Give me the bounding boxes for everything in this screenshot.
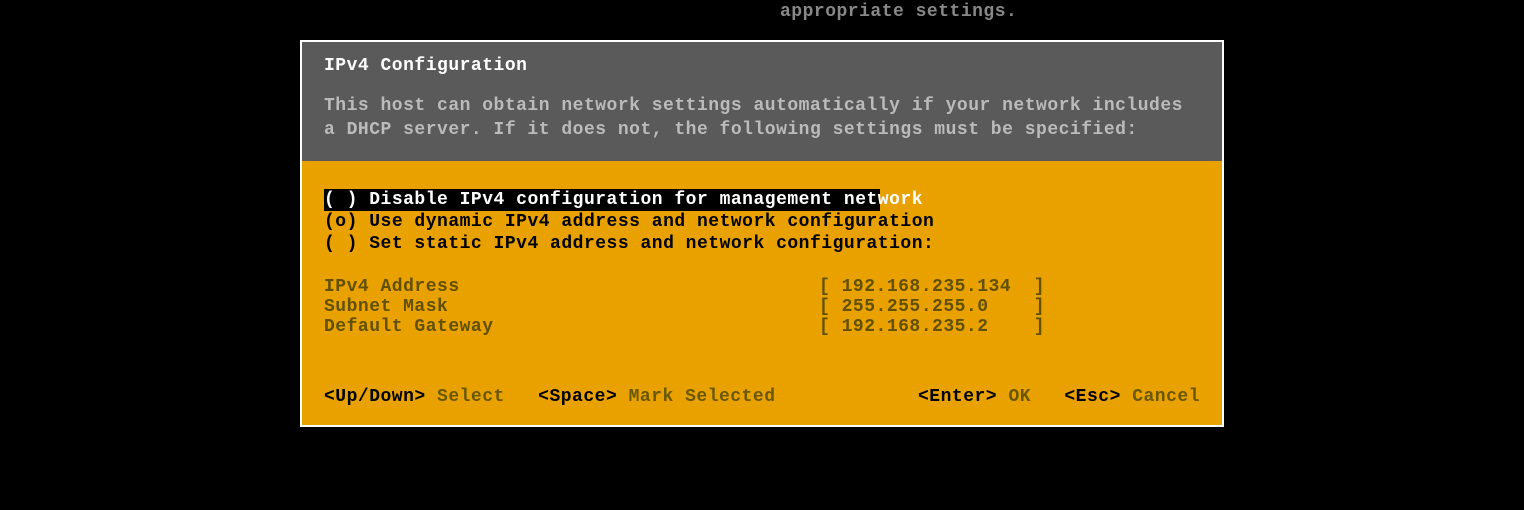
dialog-footer: <Up/Down> Select <Space> Mark Selected <… (324, 387, 1200, 407)
field-value: [ 192.168.235.2 ] (819, 317, 1045, 337)
field-label: IPv4 Address (324, 277, 819, 297)
field-label: Default Gateway (324, 317, 819, 337)
option-list: ( ) Disable IPv4 configuration for manag… (324, 189, 1200, 255)
field-list: IPv4 Address [ 192.168.235.134 ] Subnet … (324, 277, 1200, 337)
dialog-title: IPv4 Configuration (324, 56, 1200, 76)
option-static-ipv4[interactable]: ( ) Set static IPv4 address and network … (324, 233, 1200, 255)
field-subnet-mask[interactable]: Subnet Mask [ 255.255.255.0 ] (324, 297, 1200, 317)
hint-enter[interactable]: <Enter> OK (918, 387, 1031, 407)
field-default-gateway[interactable]: Default Gateway [ 192.168.235.2 ] (324, 317, 1200, 337)
option-dynamic-ipv4[interactable]: (o) Use dynamic IPv4 address and network… (324, 211, 1200, 233)
dialog-description: This host can obtain network settings au… (324, 94, 1200, 143)
field-label: Subnet Mask (324, 297, 819, 317)
hint-esc[interactable]: <Esc> Cancel (1064, 387, 1200, 407)
field-value: [ 255.255.255.0 ] (819, 297, 1045, 317)
ipv4-configuration-dialog: IPv4 Configuration This host can obtain … (300, 40, 1224, 427)
option-disable-ipv4[interactable]: ( ) Disable IPv4 configuration for manag… (324, 189, 1200, 211)
dialog-body: ( ) Disable IPv4 configuration for manag… (302, 161, 1222, 425)
dialog-header: IPv4 Configuration This host can obtain … (302, 42, 1222, 161)
field-value: [ 192.168.235.134 ] (819, 277, 1045, 297)
background-hint-text: appropriate settings. (780, 2, 1017, 22)
hint-updown: <Up/Down> Select (324, 387, 505, 407)
hint-space: <Space> Mark Selected (538, 387, 775, 407)
field-ipv4-address[interactable]: IPv4 Address [ 192.168.235.134 ] (324, 277, 1200, 297)
